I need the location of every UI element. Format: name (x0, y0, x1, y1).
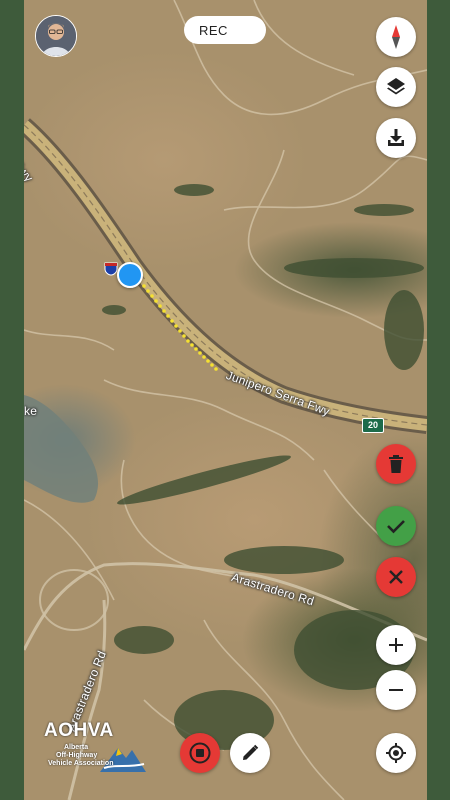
compass-icon (392, 25, 400, 49)
route-shield: 20 (362, 418, 384, 433)
download-button[interactable] (376, 118, 416, 158)
my-location-icon (386, 743, 406, 763)
trash-icon (389, 455, 403, 473)
left-border (0, 0, 24, 800)
my-location-button[interactable] (376, 733, 416, 773)
interstate-shield-icon (104, 262, 118, 276)
zoom-in-button[interactable] (376, 625, 416, 665)
compass-button[interactable] (376, 17, 416, 57)
layers-icon (387, 78, 405, 95)
draw-button[interactable] (230, 733, 270, 773)
logo-subtitle: Alberta Off-Highway Vehicle Association (48, 744, 114, 768)
layers-button[interactable] (376, 67, 416, 107)
minus-icon (389, 689, 403, 691)
close-icon (389, 570, 403, 584)
confirm-button[interactable] (376, 506, 416, 546)
rec-label: REC (199, 22, 228, 38)
delete-button[interactable] (376, 444, 416, 484)
zoom-out-button[interactable] (376, 670, 416, 710)
pencil-icon (243, 744, 259, 760)
aohva-logo: AOHVA Alberta Off-Highway Vehicle Associ… (42, 720, 150, 776)
satellite-map[interactable]: Fwy Junipero Serra Fwy Arastradero Rd Ar… (24, 0, 427, 800)
logo-line-1: Alberta (64, 744, 89, 751)
plus-icon (389, 638, 403, 652)
stop-icon (189, 742, 211, 764)
logo-line-2: Off-Highway (56, 752, 98, 759)
download-icon (388, 129, 404, 146)
avatar-icon (36, 16, 76, 56)
road-label-lake: ke (24, 404, 38, 418)
check-icon (387, 520, 405, 534)
app-screen: Fwy Junipero Serra Fwy Arastradero Rd Ar… (0, 0, 450, 800)
stop-recording-button[interactable] (180, 733, 220, 773)
cancel-button[interactable] (376, 557, 416, 597)
right-border (427, 0, 450, 800)
user-avatar[interactable] (35, 15, 77, 57)
logo-line-3: Vehicle Association (48, 760, 114, 767)
current-location-marker (117, 262, 143, 288)
recording-status-pill[interactable]: REC (184, 16, 266, 44)
